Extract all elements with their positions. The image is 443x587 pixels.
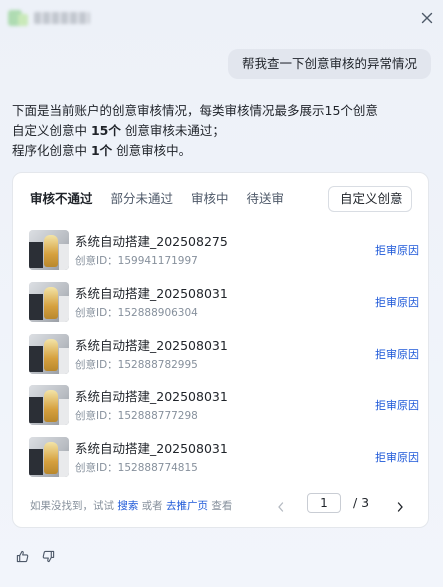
reply-line-2-prefix: 自定义创意中: [12, 123, 91, 138]
creative-thumbnail[interactable]: [29, 437, 69, 477]
review-status-card: 审核不通过 部分未通过 审核中 待送审 自定义创意 系统自动搭建_2025082…: [12, 172, 429, 528]
reply-line-1: 下面是当前账户的创意审核情况，每类审核情况最多展示15个创意: [12, 103, 378, 118]
creative-thumbnail[interactable]: [29, 385, 69, 425]
user-message-bubble: 帮我查一下创意审核的异常情况: [227, 49, 431, 79]
chevron-right-icon[interactable]: [395, 498, 405, 517]
not-found-hint: 如果没找到，试试 搜索 或者 去推广页 查看: [30, 498, 232, 513]
creative-name: 系统自动搭建_202508275: [75, 234, 228, 249]
creative-thumbnail[interactable]: [29, 282, 69, 322]
creative-item: 系统自动搭建_202508031 创意ID：152888782995 拒审原因: [29, 334, 419, 374]
thumbs-up-icon[interactable]: [16, 548, 29, 567]
rejection-reason-link[interactable]: 拒审原因: [375, 397, 419, 413]
chevron-down-icon: [394, 197, 402, 203]
rejection-reason-link[interactable]: 拒审原因: [375, 242, 419, 258]
creative-id: 创意ID：152888782995: [75, 359, 198, 371]
creative-id: 创意ID：152888906304: [75, 307, 198, 319]
creative-name: 系统自动搭建_202508031: [75, 441, 228, 456]
creative-name: 系统自动搭建_202508031: [75, 389, 228, 404]
blurred-app-logo: [8, 8, 92, 30]
creative-thumbnail[interactable]: [29, 230, 69, 270]
reply-line-3-suffix: 创意审核中。: [112, 143, 192, 158]
review-tabs: 审核不通过 部分未通过 审核中 待送审: [30, 190, 302, 210]
reply-line-3: 程序化创意中 1个 创意审核中。: [12, 141, 432, 161]
rejection-reason-link[interactable]: 拒审原因: [375, 294, 419, 310]
page-number-input[interactable]: [307, 493, 341, 513]
rejection-reason-link[interactable]: 拒审原因: [375, 346, 419, 362]
page-total: / 3: [353, 495, 370, 510]
assistant-reply: 下面是当前账户的创意审核情况，每类审核情况最多展示15个创意 自定义创意中 15…: [12, 101, 432, 161]
hint-mid: 或者: [138, 500, 167, 512]
creative-item: 系统自动搭建_202508031 创意ID：152888774815 拒审原因: [29, 437, 419, 477]
thumbs-down-icon[interactable]: [42, 548, 55, 567]
hint-prefix: 如果没找到，试试: [30, 500, 118, 512]
promotion-page-link[interactable]: 去推广页: [166, 500, 208, 512]
reply-line-3-prefix: 程序化创意中: [12, 143, 91, 158]
assistant-panel: 帮我查一下创意审核的异常情况 下面是当前账户的创意审核情况，每类审核情况最多展示…: [0, 0, 443, 587]
creative-thumbnail[interactable]: [29, 334, 69, 374]
rejection-reason-link[interactable]: 拒审原因: [375, 449, 419, 465]
chevron-left-icon[interactable]: [276, 498, 286, 517]
creative-type-select[interactable]: 自定义创意: [328, 186, 412, 212]
reply-line-2: 自定义创意中 15个 创意审核未通过；: [12, 121, 432, 141]
custom-creative-count: 15个: [90, 123, 121, 138]
close-icon[interactable]: [419, 10, 435, 26]
tab-rejected[interactable]: 审核不通过: [30, 190, 93, 210]
search-link[interactable]: 搜索: [117, 500, 138, 512]
creative-item: 系统自动搭建_202508031 创意ID：152888906304 拒审原因: [29, 282, 419, 322]
tab-partially-rejected[interactable]: 部分未通过: [111, 190, 174, 210]
creative-name: 系统自动搭建_202508031: [75, 286, 228, 301]
creative-id: 创意ID：159941171997: [75, 255, 198, 267]
creative-item: 系统自动搭建_202508031 创意ID：152888777298 拒审原因: [29, 385, 419, 425]
creative-item: 系统自动搭建_202508275 创意ID：159941171997 拒审原因: [29, 230, 419, 270]
reply-line-2-suffix: 创意审核未通过；: [120, 123, 225, 138]
creative-id: 创意ID：152888777298: [75, 410, 198, 422]
tab-pending-submission[interactable]: 待送审: [247, 190, 285, 210]
programmatic-creative-count: 1个: [90, 143, 113, 158]
creative-name: 系统自动搭建_202508031: [75, 338, 228, 353]
tab-under-review[interactable]: 审核中: [191, 190, 229, 210]
hint-suffix: 查看: [208, 500, 233, 512]
creative-id: 创意ID：152888774815: [75, 462, 198, 474]
